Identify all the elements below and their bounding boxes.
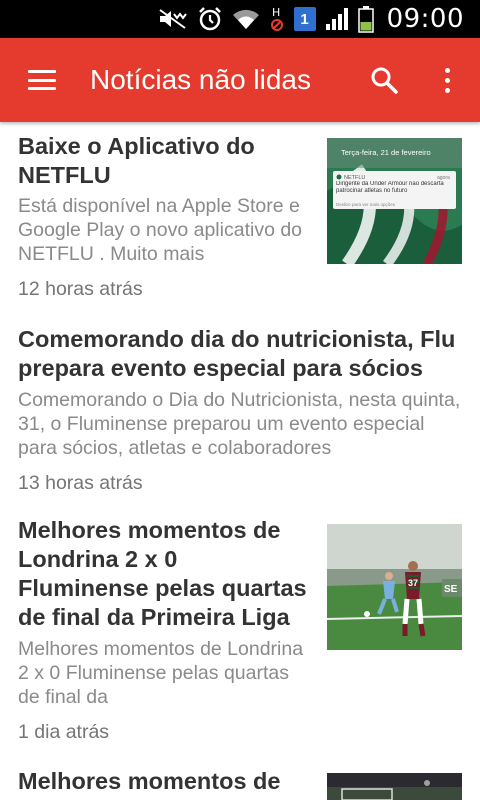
news-time: 1 dia atrás (18, 721, 110, 743)
no-signal-icon: H (269, 6, 285, 32)
news-item-text: Melhores momentos de (18, 767, 314, 796)
search-icon (371, 67, 398, 94)
news-item-text: Comemorando dia do nutricionista, Flu pr… (18, 325, 466, 495)
more-options-button[interactable] (418, 38, 476, 122)
news-item-text: Baixe o Aplicativo do NETFLU Está dispon… (18, 132, 314, 301)
news-thumbnail (327, 773, 462, 800)
news-item[interactable]: Comemorando dia do nutricionista, Flu pr… (0, 317, 480, 507)
news-summary: Está disponível na Apple Store e Google … (18, 195, 303, 265)
news-item[interactable]: Melhores momentos de Londrina 2 x 0 Flum… (0, 512, 480, 762)
news-item[interactable]: Baixe o Aplicativo do NETFLU Está dispon… (0, 122, 480, 312)
status-bar: H 1 09:00 (0, 0, 480, 38)
battery-icon (357, 6, 374, 33)
app-bar: Notícias não lidas (0, 38, 480, 122)
svg-text:SE: SE (444, 584, 458, 595)
notification-badge-icon: 1 (293, 7, 316, 31)
page-title: Notícias não lidas (90, 64, 312, 95)
news-title: Melhores momentos de (18, 768, 281, 794)
news-item[interactable]: Melhores momentos de (0, 762, 480, 800)
wifi-icon (232, 6, 260, 32)
news-thumbnail: Terça-feira, 21 de fevereiro NETFLU agor… (327, 138, 462, 264)
news-thumbnail: SE 37 (327, 524, 462, 650)
alarm-icon (197, 6, 223, 32)
menu-button[interactable] (0, 38, 84, 122)
news-item-text: Melhores momentos de Londrina 2 x 0 Flum… (18, 516, 314, 744)
thumb-notif-sub: Deslize para ver mais opções (336, 202, 396, 207)
search-button[interactable] (352, 38, 416, 122)
news-title: Baixe o Aplicativo do NETFLU (18, 133, 255, 188)
clock: 09:00 (386, 4, 464, 34)
news-summary: Comemorando o Dia do Nutricionista, nest… (18, 389, 461, 459)
more-vert-icon (444, 67, 450, 93)
thumb-notif-text: Dirigente da Under Armour não descarta p… (336, 181, 444, 194)
news-summary: Melhores momentos de Londrina 2 x 0 Flum… (18, 638, 304, 708)
news-time: 13 horas atrás (18, 472, 143, 494)
news-title: Comemorando dia do nutricionista, Flu pr… (18, 326, 456, 381)
menu-icon (28, 70, 56, 90)
signal-icon (325, 6, 349, 32)
jersey-number: 37 (408, 578, 418, 588)
news-title: Melhores momentos de Londrina 2 x 0 Flum… (18, 517, 307, 630)
news-time: 12 horas atrás (18, 278, 143, 300)
svg-text:H: H (272, 6, 280, 19)
thumb-lock-text: Terça-feira, 21 de fevereiro (341, 148, 431, 157)
mute-icon (158, 6, 188, 32)
